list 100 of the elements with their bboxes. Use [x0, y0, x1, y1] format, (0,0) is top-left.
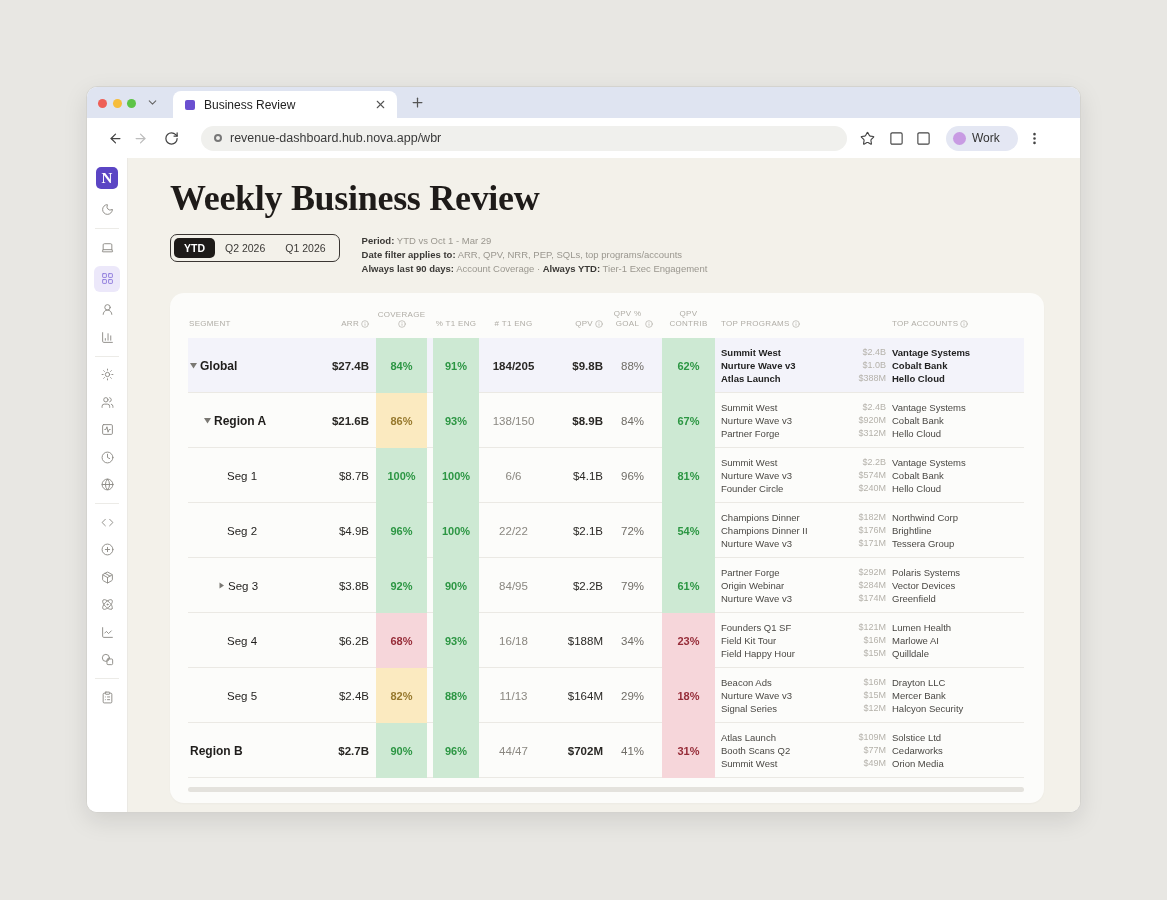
qpv-contrib-value: 67%: [662, 393, 715, 448]
t1-engagement-count: 138/150: [492, 414, 535, 427]
close-icon[interactable]: [374, 98, 387, 111]
account-name: Cedarworks: [892, 744, 943, 757]
app-logo[interactable]: N: [96, 167, 118, 189]
program-name: Atlas Launch: [721, 731, 776, 744]
bar-chart-icon: [100, 330, 114, 344]
coverage-value: 84%: [376, 338, 427, 393]
program-name: Summit West: [721, 456, 778, 469]
program-name: Nurture Wave v3: [721, 469, 792, 482]
column-header: % T1 ENG: [435, 319, 477, 329]
caret-down-icon[interactable]: [190, 362, 197, 369]
account-amount: $2.4B: [862, 346, 886, 359]
sun-icon: [100, 368, 114, 382]
program-name: Booth Scans Q2: [721, 744, 791, 757]
account-name: Vantage Systems: [892, 346, 971, 359]
square-icon[interactable]: [916, 130, 931, 146]
plus-icon[interactable]: [410, 95, 425, 110]
plus-circle-icon: [100, 543, 114, 557]
atom-icon: [100, 598, 114, 612]
site-info-icon[interactable]: [214, 134, 222, 142]
browser-tab[interactable]: Business Review: [173, 91, 397, 118]
qpv-contrib-value: 23%: [662, 613, 715, 668]
account-name: Drayton LLC: [892, 676, 946, 689]
info-icon[interactable]: [644, 320, 653, 328]
program-name: Summit West: [721, 757, 778, 770]
square-icon[interactable]: [889, 130, 904, 146]
account-name: Brightline: [892, 524, 932, 537]
star-icon[interactable]: [860, 130, 875, 146]
account-amount: $284M: [858, 579, 886, 592]
filter-note: Always last 90 days: Account Coverage · Always YTD: Tier-1 Exec Engagement: [361, 262, 708, 276]
info-icon[interactable]: [595, 320, 603, 328]
horizontal-scrollbar[interactable]: [188, 787, 1024, 792]
account-name: Marlowe AI: [892, 634, 939, 647]
caret-down-icon[interactable]: [204, 417, 211, 424]
account-name: Vector Devices: [892, 579, 956, 592]
qpv-goal-value: 29%: [621, 689, 644, 702]
sidebar-nav-button[interactable]: [94, 265, 120, 292]
account-amount: $12M: [863, 702, 886, 715]
arr-value: $2.7B: [338, 744, 369, 757]
period-tab[interactable]: Q1 2026: [275, 238, 336, 258]
account-name: Vantage Systems: [892, 401, 966, 414]
segment-name: Seg 3: [228, 579, 259, 592]
coverage-value: 68%: [376, 613, 427, 668]
program-name: Champions Dinner: [721, 511, 800, 524]
arr-value: $2.4B: [338, 689, 369, 702]
program-name: Signal Series: [721, 702, 777, 715]
account-amount: $109M: [858, 731, 886, 744]
info-icon[interactable]: [960, 320, 969, 328]
qpv-goal-value: 41%: [621, 744, 644, 757]
account-name: Orion Media: [892, 757, 944, 770]
account-name: Cobalt Bank: [892, 414, 944, 427]
program-name: Beacon Ads: [721, 676, 772, 689]
window-close-icon[interactable]: [98, 98, 107, 108]
program-name: Champions Dinner II: [721, 524, 808, 537]
info-icon[interactable]: [397, 320, 406, 328]
activity-chart-icon: [100, 423, 114, 437]
program-name: Field Kit Tour: [721, 634, 777, 647]
window-minimize-icon[interactable]: [112, 98, 122, 108]
info-icon[interactable]: [791, 320, 800, 328]
period-tab[interactable]: Q2 2026: [215, 238, 276, 258]
t1-engagement-value: 96%: [433, 723, 479, 778]
t1-engagement-value: 90%: [433, 558, 479, 613]
column-header: QPV CONTRIB: [668, 309, 709, 329]
info-icon[interactable]: [361, 320, 369, 328]
caret-right-icon[interactable]: [218, 582, 225, 589]
user-icon: [100, 303, 114, 317]
account-amount: $121M: [858, 621, 886, 634]
segment-name: Seg 1: [227, 469, 258, 482]
qpv-contrib-value: 81%: [662, 448, 715, 503]
program-name: Nurture Wave v3: [721, 537, 792, 550]
coverage-value: 86%: [376, 393, 427, 448]
coverage-value: 96%: [376, 503, 427, 558]
window-maximize-icon[interactable]: [127, 98, 136, 108]
clock-icon: [100, 450, 114, 464]
account-name: Quilldale: [892, 647, 929, 660]
account-name: Hello Cloud: [892, 482, 942, 495]
segment-name: Seg 2: [227, 524, 258, 537]
account-amount: $182M: [858, 511, 886, 524]
program-name: Founders Q1 SF: [721, 621, 792, 634]
account-name: Solstice Ltd: [892, 731, 942, 744]
account-amount: $292M: [858, 566, 886, 579]
program-name: Atlas Launch: [721, 372, 781, 385]
t1-engagement-count: 44/47: [499, 744, 528, 757]
account-amount: $16M: [863, 676, 886, 689]
profile-button[interactable]: Work: [946, 125, 1018, 151]
users-icon: [100, 395, 114, 409]
account-amount: $176M: [858, 524, 886, 537]
program-name: Founder Circle: [721, 482, 784, 495]
address-field[interactable]: revenue-dashboard.hub.nova.app/wbr: [201, 125, 847, 151]
arr-value: $21.6B: [331, 414, 369, 427]
column-header: ARR: [341, 319, 359, 329]
t1-engagement-value: 100%: [433, 448, 479, 503]
account-amount: $240M: [858, 482, 886, 495]
program-name: Summit West: [721, 401, 778, 414]
coverage-value: 90%: [376, 723, 427, 778]
reload-icon[interactable]: [164, 130, 179, 146]
account-amount: $2.2B: [862, 456, 886, 469]
coverage-value: 100%: [376, 448, 427, 503]
period-tab[interactable]: YTD: [174, 238, 215, 258]
